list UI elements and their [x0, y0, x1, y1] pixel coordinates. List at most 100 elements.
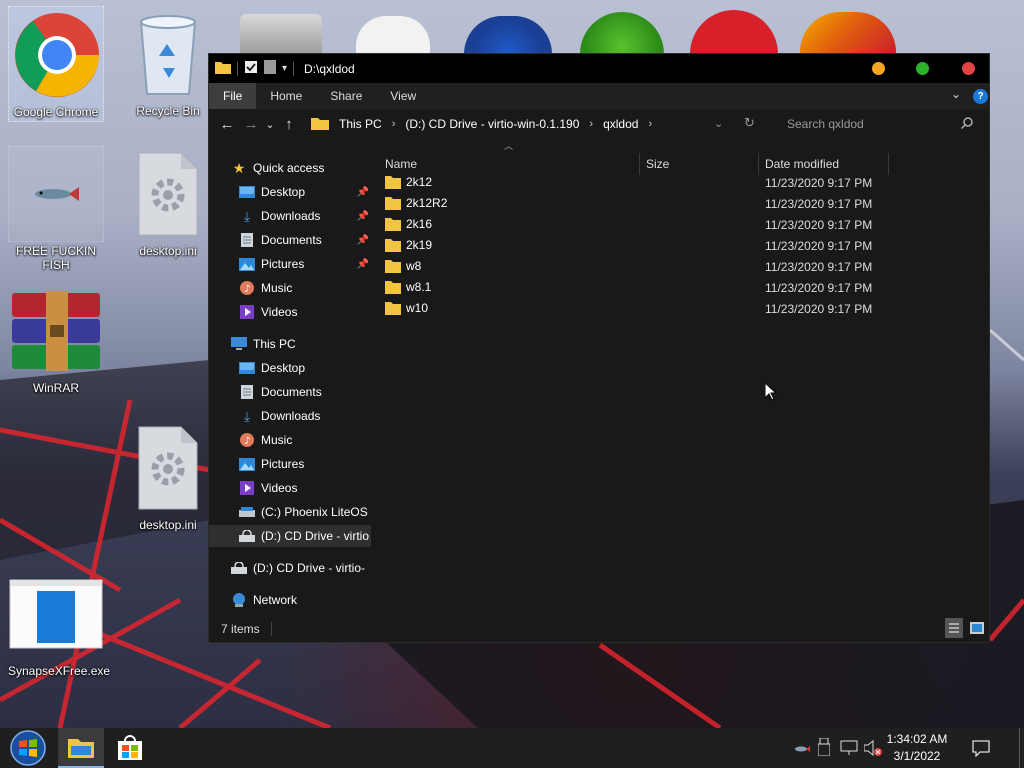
desktop-icon-fish[interactable]: FREE FUCKIN FISH: [8, 146, 104, 272]
new-folder-icon[interactable]: [264, 60, 276, 77]
music-icon: ♪: [239, 280, 255, 296]
file-name: w10: [406, 301, 429, 315]
file-row[interactable]: 2k12R2 11/23/2020 9:17 PM: [379, 193, 979, 214]
file-row[interactable]: w8.1 11/23/2020 9:17 PM: [379, 277, 979, 298]
sidebar-item-videos[interactable]: Videos: [239, 301, 371, 323]
sidebar-item-network[interactable]: Network: [231, 589, 371, 611]
customize-chevron-icon[interactable]: ▾: [282, 63, 287, 74]
breadcrumb-qxldod[interactable]: qxldod: [603, 117, 638, 131]
search-box[interactable]: Search qxldod: [777, 111, 983, 137]
sidebar-item-pc-pictures[interactable]: Pictures: [239, 453, 371, 475]
file-row[interactable]: 2k16 11/23/2020 9:17 PM: [379, 214, 979, 235]
title-bar[interactable]: ▾ D:\qxldod: [209, 54, 989, 83]
sidebar-item-d-drive[interactable]: (D:) CD Drive - virtio: [209, 525, 371, 547]
breadcrumb-cd-drive[interactable]: (D:) CD Drive - virtio-win-0.1.190: [405, 117, 579, 131]
taskbar-store[interactable]: [108, 728, 152, 768]
usb-device-icon[interactable]: [817, 737, 831, 759]
properties-icon[interactable]: [244, 60, 258, 77]
action-center-icon[interactable]: [972, 739, 990, 760]
desktop-icon-desktop-ini-1[interactable]: desktop.ini: [120, 146, 216, 258]
clock[interactable]: 1:34:02 AM 3/1/2022: [882, 731, 952, 765]
file-date: 11/23/2020 9:17 PM: [765, 176, 873, 190]
help-icon[interactable]: ?: [973, 89, 988, 104]
desktop-icon-recycle-bin[interactable]: Recycle Bin: [120, 6, 216, 118]
file-explorer-icon: [68, 739, 94, 758]
details-view-button[interactable]: [945, 618, 963, 638]
video-icon: [239, 480, 255, 496]
file-row[interactable]: w8 11/23/2020 9:17 PM: [379, 256, 979, 277]
up-arrow-icon[interactable]: ↑: [277, 116, 301, 133]
search-input[interactable]: Search qxldod: [787, 117, 864, 131]
sidebar-item-downloads[interactable]: ⤓ Downloads 📌: [239, 205, 371, 227]
address-bar[interactable]: This PC › (D:) CD Drive - virtio-win-0.1…: [311, 116, 652, 133]
network-icon: [231, 592, 247, 608]
volume-muted-icon[interactable]: [863, 739, 882, 759]
folder-stack-icon[interactable]: [240, 14, 322, 54]
breadcrumb-chevron-icon[interactable]: ›: [648, 118, 652, 130]
sidebar-item-documents[interactable]: Documents 📌: [239, 229, 371, 251]
forward-arrow-icon[interactable]: →: [239, 116, 263, 133]
sidebar-item-c-drive[interactable]: (C:) Phoenix LiteOS: [239, 501, 371, 523]
sidebar-item-pc-desktop[interactable]: Desktop: [239, 357, 371, 379]
window-title: D:\qxldod: [304, 61, 355, 76]
breadcrumb-chevron-icon[interactable]: ›: [589, 118, 593, 130]
sidebar-item-desktop[interactable]: Desktop 📌: [239, 181, 371, 203]
sidebar-item-pc-videos[interactable]: Videos: [239, 477, 371, 499]
file-name: 2k19: [406, 238, 433, 252]
desktop-icon-synapsex[interactable]: SynapseXFree.exe: [8, 566, 110, 678]
download-arrow-icon: ⤓: [243, 407, 251, 424]
file-date: 11/23/2020 9:17 PM: [765, 239, 873, 253]
folder-icon: [385, 281, 401, 294]
tab-home[interactable]: Home: [256, 83, 316, 109]
exe-file-icon: [8, 566, 104, 662]
video-icon: [239, 304, 255, 320]
file-date: 11/23/2020 9:17 PM: [765, 302, 873, 316]
tray-fish-icon[interactable]: [794, 742, 810, 756]
desktop-icon-label: WinRAR: [32, 381, 79, 395]
sidebar-item-pictures[interactable]: Pictures 📌: [239, 253, 371, 275]
sidebar-item-this-pc[interactable]: This PC: [231, 333, 371, 355]
file-row[interactable]: w10 11/23/2020 9:17 PM: [379, 298, 979, 319]
file-name: 2k16: [406, 217, 433, 231]
breadcrumb-chevron-icon[interactable]: ›: [392, 118, 396, 130]
network-tray-icon[interactable]: [840, 740, 858, 759]
file-row[interactable]: 2k19 11/23/2020 9:17 PM: [379, 235, 979, 256]
recycle-bin-icon: [120, 6, 216, 102]
desktop-icon-desktop-ini-2[interactable]: desktop.ini: [120, 420, 216, 532]
document-icon: [239, 384, 255, 400]
folder-icon: [385, 239, 401, 252]
large-icons-view-button[interactable]: [969, 620, 985, 636]
sidebar-item-pc-downloads[interactable]: ⤓ Downloads: [239, 405, 371, 427]
sidebar-item-pc-documents[interactable]: Documents: [239, 381, 371, 403]
back-arrow-icon[interactable]: ←: [215, 116, 239, 133]
file-date: 11/23/2020 9:17 PM: [765, 281, 873, 295]
address-dropdown-chevron-icon[interactable]: ⌄: [714, 117, 723, 130]
show-desktop-button[interactable]: [1019, 728, 1024, 768]
expand-ribbon-chevron-icon[interactable]: ⌄: [951, 87, 961, 101]
tab-share[interactable]: Share: [316, 83, 376, 109]
recent-locations-chevron-icon[interactable]: ⌄: [263, 118, 277, 131]
start-button[interactable]: [6, 728, 50, 768]
tab-view[interactable]: View: [376, 83, 430, 109]
divider: [293, 61, 295, 76]
desktop-icon-label: desktop.ini: [139, 518, 197, 532]
tab-file[interactable]: File: [209, 83, 257, 109]
star-icon: ★: [232, 159, 246, 176]
refresh-icon[interactable]: ↻: [744, 115, 755, 131]
desktop-icon-google-chrome[interactable]: Google Chrome: [8, 6, 104, 122]
sidebar-item-quick-access[interactable]: ★ Quick access: [231, 157, 371, 179]
file-explorer-window[interactable]: ▾ D:\qxldod File Home Share View ⌄ ? ← →…: [208, 53, 990, 643]
minimize-button[interactable]: [872, 62, 885, 75]
breadcrumb-this-pc[interactable]: This PC: [339, 117, 382, 131]
sidebar-item-pc-music[interactable]: ♪ Music: [239, 429, 371, 451]
file-row[interactable]: 2k12 11/23/2020 9:17 PM: [379, 172, 979, 193]
desktop-icon-winrar[interactable]: WinRAR: [8, 283, 104, 395]
picture-icon: [239, 256, 255, 272]
settings-file-icon: [120, 420, 216, 516]
folder-icon: [385, 176, 401, 189]
sidebar-item-music[interactable]: ♪ Music: [239, 277, 371, 299]
sidebar-item-cd-drive[interactable]: (D:) CD Drive - virtio-: [231, 557, 371, 579]
close-button[interactable]: [962, 62, 975, 75]
taskbar-file-explorer[interactable]: [58, 728, 104, 768]
maximize-button[interactable]: [916, 62, 929, 75]
